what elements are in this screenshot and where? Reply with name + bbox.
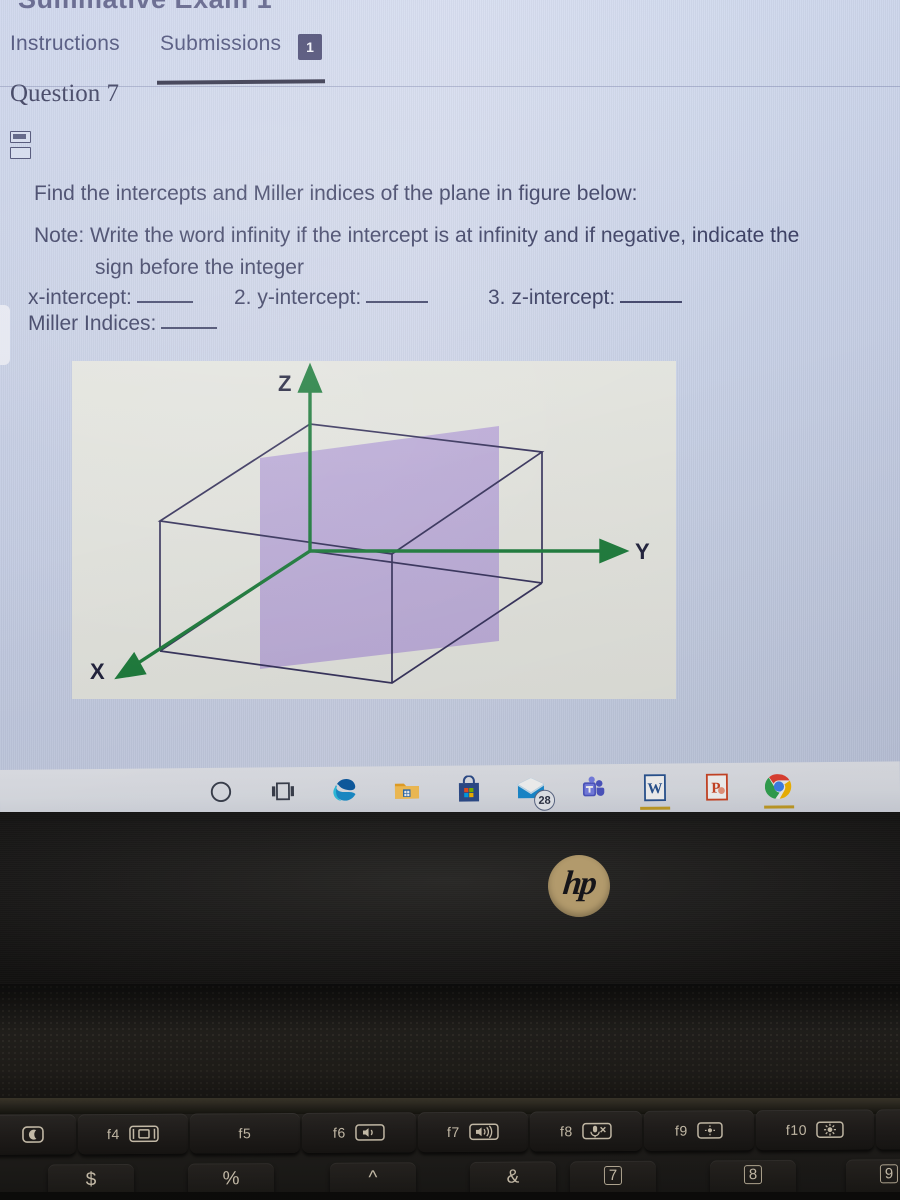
x-axis-label: X (90, 659, 105, 684)
sleep-moon-icon (22, 1123, 44, 1145)
key-dollar-label: $ (85, 1169, 97, 1191)
microsoft-store-icon[interactable] (448, 768, 490, 810)
x-intercept-label: x-intercept: (28, 286, 132, 309)
key-f7[interactable]: f7 (417, 1111, 529, 1153)
key-f10-label: f10 (785, 1121, 808, 1138)
miller-indices-field[interactable]: Miller Indices: (28, 312, 218, 336)
powerpoint-icon[interactable]: P (696, 766, 738, 808)
screenshot-root: Summative Exam 1 Instructions Submission… (0, 0, 900, 1200)
file-explorer-icon[interactable] (386, 769, 428, 811)
deck-bottom-edge (0, 1192, 900, 1200)
key-f6-label: f6 (332, 1124, 346, 1141)
key-f10[interactable]: f10 (755, 1109, 875, 1151)
volume-down-icon (355, 1123, 385, 1141)
key-percent-label: % (222, 1168, 240, 1190)
mail-icon[interactable]: 28 (510, 768, 556, 811)
z-axis-arrowhead (297, 362, 323, 393)
submissions-badge: 1 (298, 34, 322, 60)
y-intercept-field[interactable]: 2. y-intercept: (234, 286, 429, 310)
x-intercept-input[interactable] (136, 289, 193, 303)
display-switch-icon (129, 1125, 159, 1143)
exam-title: Summative Exam 1 (18, 0, 272, 15)
question-note-line: Note: Write the word infinity if the int… (34, 224, 800, 247)
hp-logo-text: hp (561, 865, 597, 902)
question-heading: Question 7 (10, 80, 120, 107)
key-f7-label: f7 (446, 1123, 460, 1141)
laptop-screen: Summative Exam 1 Instructions Submission… (0, 0, 900, 822)
miller-indices-label: Miller Indices: (28, 312, 157, 335)
z-axis-label: Z (278, 371, 291, 396)
question-note-continued: sign before the integer (95, 256, 304, 279)
function-key-row: f4 f5 f6 f7 f8 f9 f10 (0, 1108, 900, 1164)
cortana-icon[interactable] (200, 771, 242, 813)
key-f4-label: f4 (106, 1126, 120, 1143)
key-f8[interactable]: f8 (529, 1110, 643, 1152)
laptop-bezel (0, 812, 900, 984)
active-tab-underline (156, 79, 326, 85)
tab-submissions[interactable]: Submissions (160, 32, 281, 56)
teams-icon[interactable] (572, 767, 614, 809)
key-f4[interactable]: f4 (77, 1113, 189, 1155)
y-intercept-input[interactable] (366, 289, 429, 303)
word-open-indicator (640, 806, 671, 810)
taskbar-icon-group: 28 W P (200, 765, 800, 813)
key-caret-label: ^ (368, 1167, 378, 1189)
x-axis-arrowhead (114, 651, 147, 680)
miller-indices-input[interactable] (161, 315, 218, 329)
z-intercept-input[interactable] (620, 289, 683, 303)
stacked-rectangles-icon (10, 131, 31, 161)
z-intercept-field[interactable]: 3. z-intercept: (488, 286, 683, 310)
brightness-low-icon (697, 1121, 723, 1139)
z-intercept-label: 3. z-intercept: (488, 286, 616, 309)
svg-text:W: W (647, 781, 662, 797)
shaded-plane (260, 426, 499, 669)
edge-icon[interactable] (324, 769, 366, 811)
crystal-plane-figure: Z Y X (72, 361, 676, 699)
key-seven-label: 7 (603, 1165, 623, 1186)
key-f8-label: f8 (559, 1123, 573, 1140)
left-edge-panel-sliver (0, 305, 10, 365)
chrome-icon[interactable] (758, 765, 800, 809)
key-f9-label: f9 (674, 1122, 688, 1139)
mic-mute-icon (582, 1122, 612, 1140)
key-eight-label: 8 (743, 1165, 763, 1185)
tab-bar: Instructions Submissions (0, 28, 900, 70)
key-sleep[interactable] (0, 1114, 77, 1155)
y-axis-label: Y (635, 539, 650, 564)
brightness-high-icon (816, 1121, 844, 1139)
key-f5[interactable]: f5 (189, 1112, 301, 1154)
volume-up-icon (469, 1123, 499, 1141)
key-f6[interactable]: f6 (301, 1112, 417, 1153)
y-intercept-label: 2. y-intercept: (234, 286, 362, 309)
word-icon[interactable]: W (634, 767, 676, 810)
key-f5-label: f5 (238, 1125, 252, 1142)
tab-instructions[interactable]: Instructions (10, 32, 120, 56)
chrome-open-indicator (764, 805, 795, 809)
header-divider (0, 86, 900, 87)
question-line-1: Find the intercepts and Miller indices o… (34, 182, 638, 205)
key-ampersand-label: & (506, 1166, 520, 1188)
y-axis-arrowhead (599, 538, 630, 564)
key-nine-label: 9 (879, 1164, 899, 1184)
key-f11[interactable]: f11 (875, 1108, 900, 1150)
task-view-icon[interactable] (262, 770, 304, 812)
key-f9[interactable]: f9 (643, 1110, 755, 1151)
speaker-grille (0, 984, 900, 1102)
hp-logo: hp (548, 855, 610, 917)
x-intercept-field[interactable]: x-intercept: (28, 286, 193, 310)
mail-unread-badge: 28 (533, 789, 556, 811)
